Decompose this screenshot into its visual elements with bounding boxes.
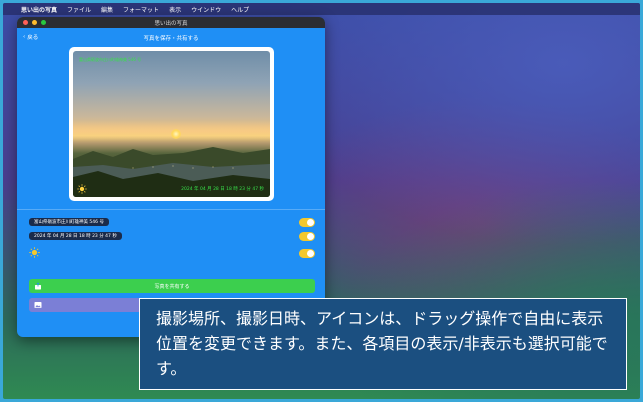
photo-card: 富山県砺波市庄川町雄神美 546 号 2024 年 04 月 28 日 18 時… (69, 47, 274, 201)
option-row-icon (29, 246, 40, 258)
share-button-label: 写真を共有する (154, 283, 190, 290)
minimize-window-button[interactable] (32, 20, 37, 25)
option-row-place: 富山県砺波市庄川町雄神美 546 号 (29, 218, 109, 226)
menu-file[interactable]: ファイル (67, 5, 91, 14)
menu-edit[interactable]: 編集 (101, 5, 113, 14)
photo-place-overlay[interactable]: 富山県砺波市庄川町雄神美 546 号 (79, 57, 141, 63)
back-label: 戻る (27, 35, 39, 41)
back-button[interactable]: ‹ 戻る (23, 33, 38, 41)
navigation-bar: ‹ 戻る 写真を保存・共有する (17, 28, 325, 47)
menu-format[interactable]: フォーマット (123, 5, 159, 14)
sun-icon (29, 246, 40, 258)
sun-icon[interactable] (77, 184, 87, 194)
feature-caption: 撮影場所、撮影日時、アイコンは、ドラッグ操作で自由に表示位置を変更できます。また… (139, 298, 627, 390)
close-window-button[interactable] (23, 20, 28, 25)
menu-app-name[interactable]: 思い出の写真 (21, 5, 57, 14)
share-icon (35, 282, 41, 290)
app-window: 思い出の写真 ‹ 戻る 写真を保存・共有する 富山県砺波市庄川町雄神美 546 … (17, 17, 325, 337)
menu-help[interactable]: ヘルプ (231, 5, 249, 14)
place-toggle[interactable] (299, 218, 315, 227)
photo-date-overlay[interactable]: 2024 年 04 月 28 日 18 時 23 分 47 秒 (181, 186, 264, 192)
menu-window[interactable]: ウインドウ (191, 5, 221, 14)
option-row-date: 2024 年 04 月 28 日 18 時 23 分 47 秒 (29, 232, 122, 240)
window-title: 思い出の写真 (154, 20, 188, 27)
menu-view[interactable]: 表示 (169, 5, 181, 14)
section-divider (17, 209, 325, 210)
chevron-left-icon: ‹ (23, 34, 26, 40)
sunset-photo: 富山県砺波市庄川町雄神美 546 号 2024 年 04 月 28 日 18 時… (73, 51, 270, 197)
date-toggle[interactable] (299, 232, 315, 241)
desktop: 思い出の写真 ファイル 編集 フォーマット 表示 ウインドウ ヘルプ 思い出の写… (3, 3, 640, 399)
share-photo-button[interactable]: 写真を共有する (29, 279, 315, 293)
date-label: 2024 年 04 月 28 日 18 時 23 分 47 秒 (29, 232, 122, 240)
page-title: 写真を保存・共有する (143, 35, 199, 42)
place-label: 富山県砺波市庄川町雄神美 546 号 (29, 218, 109, 226)
window-titlebar: 思い出の写真 (17, 17, 325, 28)
menu-bar: 思い出の写真 ファイル 編集 フォーマット 表示 ウインドウ ヘルプ (3, 3, 640, 15)
zoom-window-button[interactable] (41, 20, 46, 25)
icon-toggle[interactable] (299, 249, 315, 258)
photo-icon (34, 302, 42, 308)
